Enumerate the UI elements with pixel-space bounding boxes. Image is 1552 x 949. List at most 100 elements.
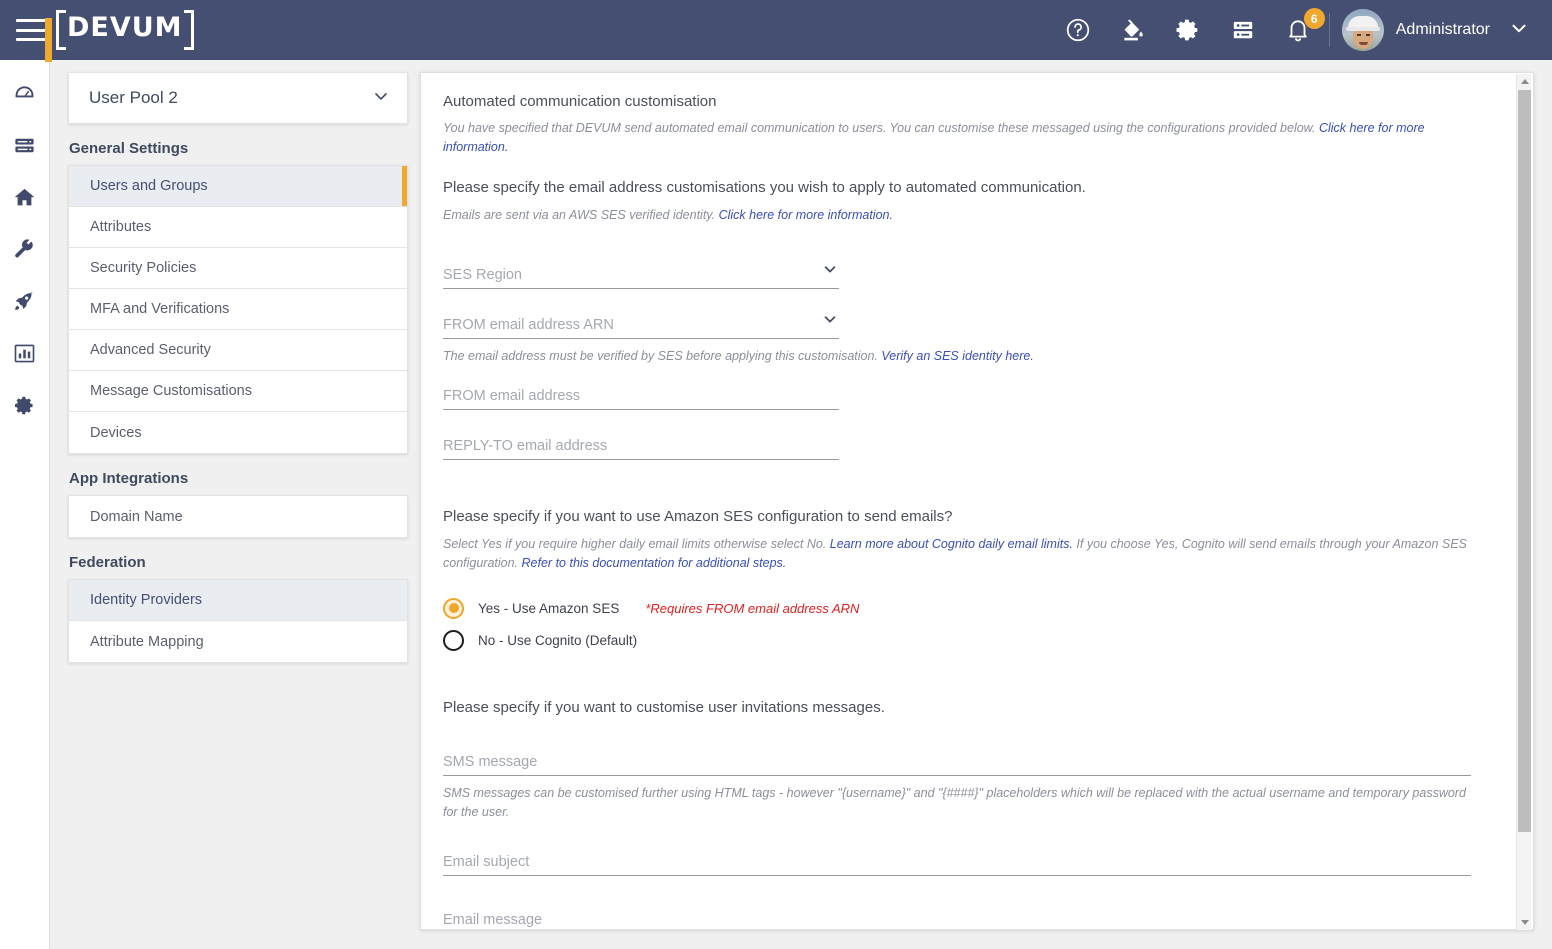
sidebar-item-mfa-and-verifications[interactable]: MFA and Verifications bbox=[69, 289, 407, 330]
header-divider bbox=[1328, 13, 1330, 47]
sidebar-item-label: Users and Groups bbox=[90, 178, 208, 194]
rail-active-indicator bbox=[45, 18, 52, 62]
scroll-up-arrow-icon[interactable] bbox=[1517, 74, 1532, 89]
sidebar-item-label: Security Policies bbox=[90, 260, 197, 276]
scroll-down-arrow-icon[interactable] bbox=[1517, 915, 1532, 930]
intro-paragraph: You have specified that DEVUM send autom… bbox=[443, 119, 1443, 157]
home-icon[interactable] bbox=[8, 182, 42, 212]
sidebar-group-app-integrations: Domain Name bbox=[68, 495, 408, 538]
email-customisation-heading: Please specify the email address customi… bbox=[443, 179, 1086, 196]
username-label: Administrator bbox=[1395, 21, 1490, 38]
theme-paint-icon[interactable] bbox=[1118, 15, 1148, 45]
notification-badge: 6 bbox=[1303, 8, 1325, 29]
sidebar-item-label: Message Customisations bbox=[90, 383, 252, 399]
page-title: Automated communication customisation bbox=[443, 93, 717, 110]
ses-region-select[interactable]: SES Region bbox=[443, 255, 839, 289]
sms-message-hint: SMS messages can be customised further u… bbox=[443, 786, 1466, 819]
top-header-bar: DEVUM 6 Administrator bbox=[0, 0, 1552, 60]
dashboard-icon[interactable] bbox=[8, 78, 42, 108]
from-email-arn-label: FROM email address ARN bbox=[443, 317, 614, 333]
workspace: User Pool 2 General Settings Users and G… bbox=[50, 60, 1552, 949]
sidebar-item-label: Devices bbox=[90, 424, 142, 441]
gear-icon[interactable] bbox=[1173, 15, 1203, 45]
hamburger-menu-icon[interactable] bbox=[16, 19, 46, 41]
ses-config-hint-a: Select Yes if you require higher daily e… bbox=[443, 537, 830, 551]
reply-to-email-label: REPLY-TO email address bbox=[443, 438, 608, 454]
data-icon[interactable] bbox=[8, 130, 42, 160]
header-icon-group: 6 bbox=[1063, 8, 1325, 45]
avatar[interactable] bbox=[1341, 9, 1384, 51]
from-email-input[interactable]: FROM email address bbox=[443, 376, 839, 410]
ses-config-question: Please specify if you want to use Amazon… bbox=[443, 508, 953, 525]
verify-ses-identity-link[interactable]: Verify an SES identity here. bbox=[881, 349, 1033, 363]
sidebar-item-label: Attributes bbox=[90, 219, 152, 235]
user-menu-chevron-down-icon[interactable] bbox=[1508, 17, 1530, 44]
email-message-input[interactable]: Email message bbox=[443, 900, 1471, 929]
user-pool-selector[interactable]: User Pool 2 bbox=[68, 72, 408, 124]
invitations-heading: Please specify if you want to customise … bbox=[443, 699, 885, 716]
sidebar-item-domain-name[interactable]: Domain Name bbox=[69, 496, 407, 537]
wrench-icon[interactable] bbox=[8, 234, 42, 264]
sidebar-item-users-and-groups[interactable]: Users and Groups bbox=[69, 166, 407, 207]
email-subject-label: Email subject bbox=[443, 854, 530, 870]
sidebar-group-title-general-settings: General Settings bbox=[69, 140, 189, 157]
sidebar-group-federation: Identity Providers Attribute Mapping bbox=[68, 579, 408, 663]
sms-message-input[interactable]: SMS message bbox=[443, 742, 1471, 776]
settings-gear-icon[interactable] bbox=[8, 390, 42, 420]
sidebar-group-title-federation: Federation bbox=[69, 554, 146, 571]
sidebar-item-label: Attribute Mapping bbox=[90, 633, 204, 650]
left-icon-rail bbox=[0, 60, 50, 949]
sidebar-item-label: Identity Providers bbox=[90, 592, 203, 608]
server-icon[interactable] bbox=[1228, 15, 1258, 45]
brand-logo[interactable]: DEVUM bbox=[56, 10, 194, 50]
help-icon[interactable] bbox=[1063, 15, 1093, 45]
email-message-label: Email message bbox=[443, 912, 543, 928]
chevron-down-icon bbox=[821, 260, 839, 283]
ses-config-hint: Select Yes if you require higher daily e… bbox=[443, 535, 1475, 573]
main-content-scroll-area: Automated communication customisation Yo… bbox=[421, 73, 1515, 929]
email-subject-input[interactable]: Email subject bbox=[443, 842, 1471, 876]
brand-text: DEVUM bbox=[67, 12, 183, 43]
from-email-label: FROM email address bbox=[443, 388, 580, 404]
chart-icon[interactable] bbox=[8, 338, 42, 368]
sidebar-item-attributes[interactable]: Attributes bbox=[69, 207, 407, 248]
documentation-link[interactable]: Refer to this documentation for addition… bbox=[522, 556, 787, 570]
reply-to-email-input[interactable]: REPLY-TO email address bbox=[443, 426, 839, 460]
ses-identity-hint-text: Emails are sent via an AWS SES verified … bbox=[443, 208, 719, 222]
sidebar-item-message-customisations[interactable]: Message Customisations bbox=[69, 371, 407, 412]
sidebar-item-security-policies[interactable]: Security Policies bbox=[69, 248, 407, 289]
sidebar-group-title-app-integrations: App Integrations bbox=[69, 470, 189, 487]
main-content-panel: Automated communication customisation Yo… bbox=[420, 72, 1534, 930]
ses-identity-link[interactable]: Click here for more information. bbox=[719, 208, 893, 222]
sidebar-item-devices[interactable]: Devices bbox=[69, 412, 407, 453]
sidebar-item-label: Advanced Security bbox=[90, 342, 211, 358]
arn-verification-hint-text: The email address must be verified by SE… bbox=[443, 349, 882, 363]
chevron-down-icon bbox=[821, 310, 839, 333]
sms-message-label: SMS message bbox=[443, 754, 538, 770]
chevron-down-icon bbox=[371, 86, 391, 111]
from-email-arn-select[interactable]: FROM email address ARN bbox=[443, 305, 839, 339]
sidebar-item-label: Domain Name bbox=[90, 508, 183, 525]
content-scrollbar[interactable] bbox=[1516, 74, 1531, 930]
radio-no-cognito-default-control[interactable] bbox=[443, 629, 464, 651]
radio-yes-amazon-ses-label: Yes - Use Amazon SES bbox=[478, 600, 620, 616]
sidebar-group-general-settings: Users and Groups Attributes Security Pol… bbox=[68, 165, 408, 454]
radio-yes-amazon-ses[interactable]: Yes - Use Amazon SES *Requires FROM emai… bbox=[443, 595, 1515, 621]
sidebar-item-label: MFA and Verifications bbox=[90, 301, 230, 317]
ses-identity-hint: Emails are sent via an AWS SES verified … bbox=[443, 206, 1443, 225]
scrollbar-thumb[interactable] bbox=[1518, 90, 1531, 832]
user-pool-selector-label: User Pool 2 bbox=[89, 88, 178, 107]
sidebar-item-attribute-mapping[interactable]: Attribute Mapping bbox=[69, 621, 407, 662]
bell-icon[interactable]: 6 bbox=[1283, 8, 1325, 45]
cognito-limits-link[interactable]: Learn more about Cognito daily email lim… bbox=[830, 537, 1073, 551]
sidebar-item-identity-providers[interactable]: Identity Providers bbox=[69, 580, 407, 621]
radio-no-cognito-default[interactable]: No - Use Cognito (Default) bbox=[443, 627, 1515, 653]
radio-yes-amazon-ses-note: *Requires FROM email address ARN bbox=[645, 600, 860, 616]
settings-sidebar: User Pool 2 General Settings Users and G… bbox=[68, 72, 408, 663]
ses-region-label: SES Region bbox=[443, 267, 522, 283]
sidebar-item-advanced-security[interactable]: Advanced Security bbox=[69, 330, 407, 371]
intro-text: You have specified that DEVUM send autom… bbox=[443, 121, 1319, 135]
rocket-icon[interactable] bbox=[8, 286, 42, 316]
radio-yes-amazon-ses-control[interactable] bbox=[443, 597, 464, 619]
radio-no-cognito-default-label: No - Use Cognito (Default) bbox=[478, 632, 638, 648]
